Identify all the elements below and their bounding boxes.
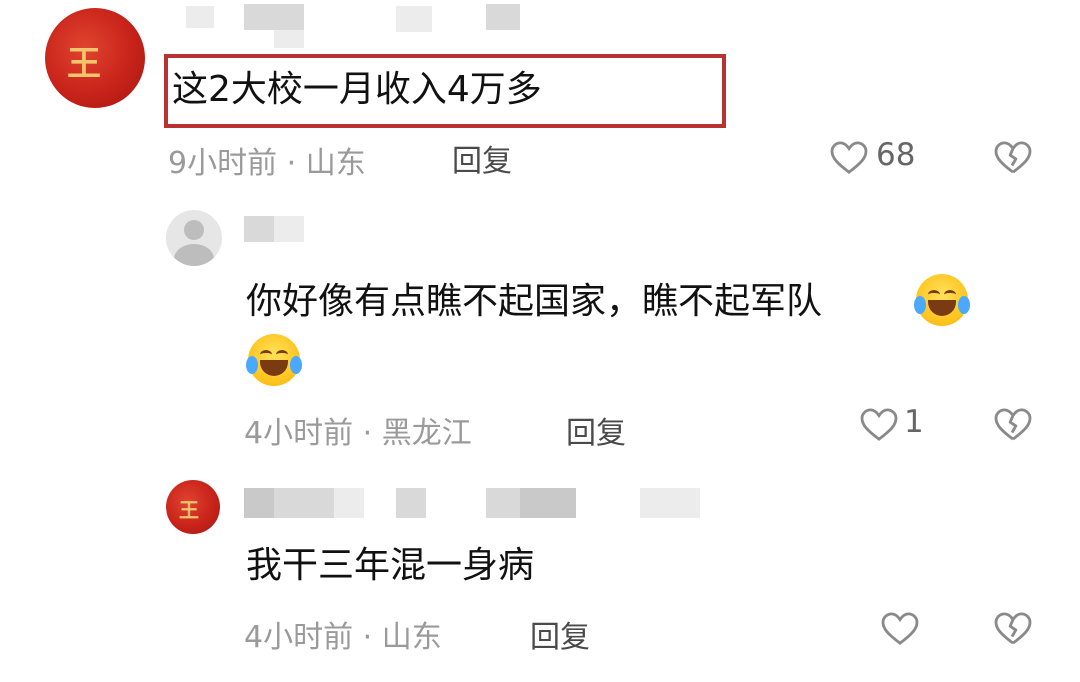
heart-icon[interactable] [881, 612, 919, 646]
comment-region: 山东 [305, 146, 366, 181]
heart-icon[interactable] [860, 408, 898, 442]
like-count: 68 [876, 137, 916, 173]
laughing-tears-emoji [246, 334, 302, 386]
avatar-body [174, 244, 214, 266]
comment-text: 这2大校一月收入4万多 [172, 69, 542, 110]
avatar-emblem: 王 [67, 44, 101, 84]
comment-region: 黑龙江 [381, 416, 472, 451]
avatar[interactable] [166, 210, 222, 266]
reply-button[interactable]: 回复 [530, 612, 590, 656]
comment-region: 山东 [381, 620, 442, 655]
comment-meta: 4小时前 · 黑龙江 [244, 408, 472, 452]
comment-text: 你好像有点瞧不起国家，瞧不起军队 [246, 281, 823, 322]
comment-time: 4小时前 [244, 620, 354, 655]
meta-separator: · [362, 416, 373, 451]
avatar-emblem: 王 [179, 498, 199, 522]
meta-separator: · [286, 146, 297, 181]
laughing-tears-emoji [914, 274, 970, 326]
avatar[interactable]: 王 [166, 480, 220, 534]
comment-time: 4小时前 [244, 416, 354, 451]
broken-heart-icon[interactable] [994, 141, 1032, 175]
comment-meta: 9小时前 · 山东 [168, 138, 366, 182]
avatar[interactable]: 王 [45, 8, 145, 108]
meta-separator: · [362, 620, 373, 655]
avatar-head [184, 220, 204, 240]
like-count: 1 [904, 404, 924, 440]
broken-heart-icon[interactable] [994, 408, 1032, 442]
comment-meta: 4小时前 · 山东 [244, 612, 442, 656]
reply-button[interactable]: 回复 [566, 408, 626, 452]
comment-text: 我干三年混一身病 [246, 545, 535, 586]
heart-icon[interactable] [830, 141, 868, 175]
broken-heart-icon[interactable] [994, 612, 1032, 646]
reply-button[interactable]: 回复 [452, 136, 512, 180]
comment-time: 9小时前 [168, 146, 278, 181]
